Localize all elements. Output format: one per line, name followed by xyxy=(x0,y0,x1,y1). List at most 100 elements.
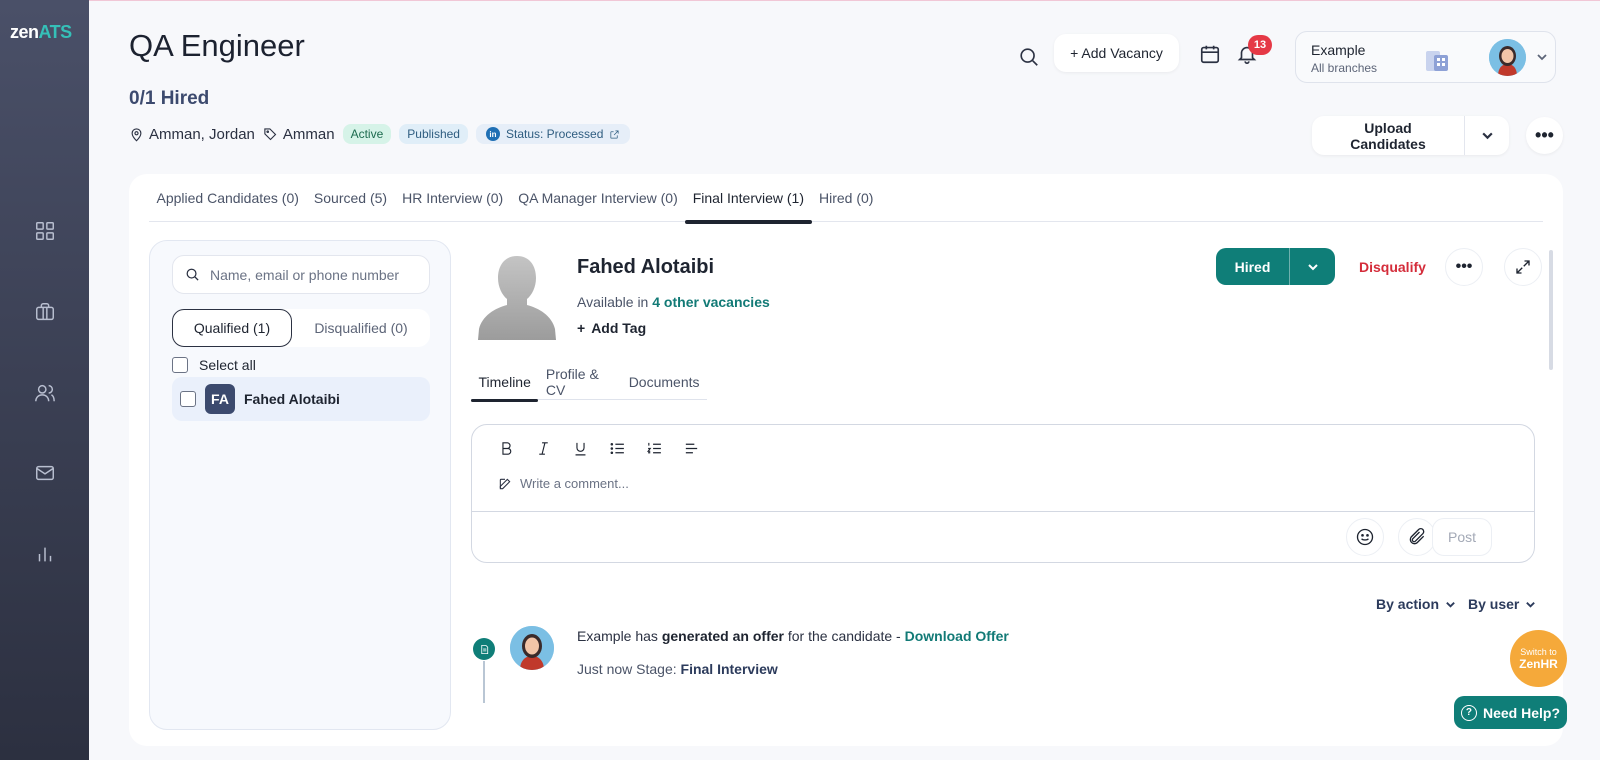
edit-icon xyxy=(499,478,511,489)
timeline-suffix: for the candidate - xyxy=(787,628,901,644)
avatar xyxy=(510,626,554,670)
comment-input[interactable]: Write a comment... xyxy=(498,476,629,491)
underline-icon[interactable] xyxy=(572,440,589,457)
need-help-label: Need Help? xyxy=(1482,704,1560,721)
candidate-list-panel: Qualified (1) Disqualified (0) Select al… xyxy=(149,240,451,730)
timeline-actor: Example xyxy=(577,628,632,644)
timeline-entry-meta: Just now Stage: Final Interview xyxy=(577,661,778,677)
disqualify-button[interactable]: Disqualify xyxy=(1359,259,1426,275)
filter-by-action[interactable]: By action xyxy=(1376,596,1456,612)
status-badge-active: Active xyxy=(342,124,392,144)
location-text: Amman, Jordan xyxy=(149,125,255,143)
disqualified-tab[interactable]: Disqualified (0) xyxy=(292,309,430,347)
expand-icon[interactable] xyxy=(1504,248,1542,286)
tab-documents[interactable]: Documents xyxy=(621,364,707,400)
chevron-down-icon xyxy=(1526,601,1536,608)
chevron-down-icon[interactable] xyxy=(1290,248,1335,285)
candidate-photo-placeholder xyxy=(478,256,556,340)
search-icon xyxy=(186,268,199,281)
qualified-tab[interactable]: Qualified (1) xyxy=(172,309,292,347)
attachment-icon[interactable] xyxy=(1398,518,1436,556)
calendar-icon[interactable] xyxy=(1199,43,1221,70)
add-tag-label: Add Tag xyxy=(591,320,647,336)
scrollbar[interactable] xyxy=(1549,250,1553,370)
tab-sourced[interactable]: Sourced (5) xyxy=(306,174,394,222)
linkedin-status-badge[interactable]: in Status: Processed xyxy=(475,124,631,144)
dashboard-grid-icon[interactable] xyxy=(32,218,58,244)
list-item[interactable]: FA Fahed Alotaibi xyxy=(172,377,430,421)
align-left-icon[interactable] xyxy=(683,440,700,457)
timeline-verb: has xyxy=(635,628,658,644)
switch-to-zenhr-button[interactable]: Switch to ZenHR xyxy=(1510,630,1567,687)
timeline-entry-text: Example has generated an offer for the c… xyxy=(577,628,1009,644)
qualification-toggle: Qualified (1) Disqualified (0) xyxy=(172,309,430,347)
tab-applied-candidates[interactable]: Applied Candidates (0) xyxy=(149,174,306,222)
bar-chart-icon[interactable] xyxy=(32,541,58,567)
linkedin-status-text: Status: Processed xyxy=(505,127,604,141)
hired-count: 0/1 Hired xyxy=(129,88,210,109)
timeline-stage: Final Interview xyxy=(680,661,778,677)
chevron-down-icon[interactable] xyxy=(1465,116,1509,155)
account-branches: All branches xyxy=(1311,61,1378,75)
users-icon[interactable] xyxy=(32,380,58,406)
tab-hired[interactable]: Hired (0) xyxy=(812,174,881,222)
notification-count-badge: 13 xyxy=(1248,35,1272,55)
filter-by-user[interactable]: By user xyxy=(1468,596,1536,612)
building-icon xyxy=(1426,51,1448,71)
numbered-list-icon[interactable] xyxy=(646,440,663,457)
bold-icon[interactable] xyxy=(498,440,515,457)
tab-final-interview[interactable]: Final Interview (1) xyxy=(685,174,812,224)
upload-candidates-button[interactable]: Upload Candidates xyxy=(1312,116,1465,155)
filter-by-user-label: By user xyxy=(1468,596,1520,612)
add-vacancy-button[interactable]: + Add Vacancy xyxy=(1054,34,1179,72)
bullet-list-icon[interactable] xyxy=(609,440,626,457)
status-badge-published: Published xyxy=(399,124,468,144)
candidate-search xyxy=(172,255,430,294)
user-avatar[interactable] xyxy=(1489,39,1526,76)
location: Amman, Jordan xyxy=(129,126,255,143)
mail-icon[interactable] xyxy=(32,460,58,486)
post-button[interactable]: Post xyxy=(1432,518,1492,556)
need-help-button[interactable]: ? Need Help? xyxy=(1454,696,1567,729)
timeline-connector xyxy=(483,661,485,703)
map-pin-icon xyxy=(131,127,142,142)
editor-toolbar xyxy=(498,440,700,457)
pipeline-card: Applied Candidates (0) Sourced (5) HR In… xyxy=(129,174,1563,746)
briefcase-icon[interactable] xyxy=(32,299,58,325)
branch-tag: Amman xyxy=(263,126,335,143)
switch-line1: Switch to xyxy=(1520,646,1557,657)
more-options-icon[interactable]: ••• xyxy=(1526,117,1563,154)
select-all-checkbox[interactable] xyxy=(172,357,188,373)
tab-profile-cv[interactable]: Profile & CV xyxy=(538,364,621,400)
available-in: Available in 4 other vacancies xyxy=(577,294,770,310)
chevron-down-icon xyxy=(1446,601,1455,608)
italic-icon[interactable] xyxy=(535,440,552,457)
zenats-logo[interactable]: zenATS xyxy=(10,22,72,43)
sidebar: zenATS xyxy=(0,0,89,760)
detail-tabs: Timeline Profile & CV Documents xyxy=(471,364,707,402)
account-name: Example xyxy=(1311,42,1366,58)
timeline-stage-label: Stage: xyxy=(636,661,677,677)
linkedin-icon: in xyxy=(485,127,500,141)
emoji-icon[interactable] xyxy=(1346,518,1384,556)
candidate-name: Fahed Alotaibi xyxy=(244,391,340,407)
download-offer-link[interactable]: Download Offer xyxy=(905,628,1009,644)
editor-divider xyxy=(472,511,1534,512)
tab-hr-interview[interactable]: HR Interview (0) xyxy=(395,174,511,222)
candidate-search-input[interactable] xyxy=(210,266,410,283)
hired-button[interactable]: Hired xyxy=(1216,248,1290,285)
tab-timeline[interactable]: Timeline xyxy=(471,364,539,402)
tab-qa-manager-interview[interactable]: QA Manager Interview (0) xyxy=(511,174,686,222)
comment-editor: Write a comment... Post xyxy=(471,424,1535,563)
chevron-down-icon[interactable] xyxy=(1536,50,1548,68)
select-all[interactable]: Select all xyxy=(172,357,256,373)
account-switcher[interactable]: Example All branches xyxy=(1295,31,1556,83)
available-prefix: Available in xyxy=(577,294,649,310)
stage-action-group: Hired xyxy=(1216,248,1335,285)
add-tag-button[interactable]: + Add Tag xyxy=(577,320,646,336)
document-icon xyxy=(473,638,495,660)
other-vacancies-link[interactable]: 4 other vacancies xyxy=(652,294,770,310)
more-options-icon[interactable]: ••• xyxy=(1445,248,1483,286)
search-icon[interactable] xyxy=(1018,46,1040,73)
candidate-checkbox[interactable] xyxy=(180,391,196,407)
